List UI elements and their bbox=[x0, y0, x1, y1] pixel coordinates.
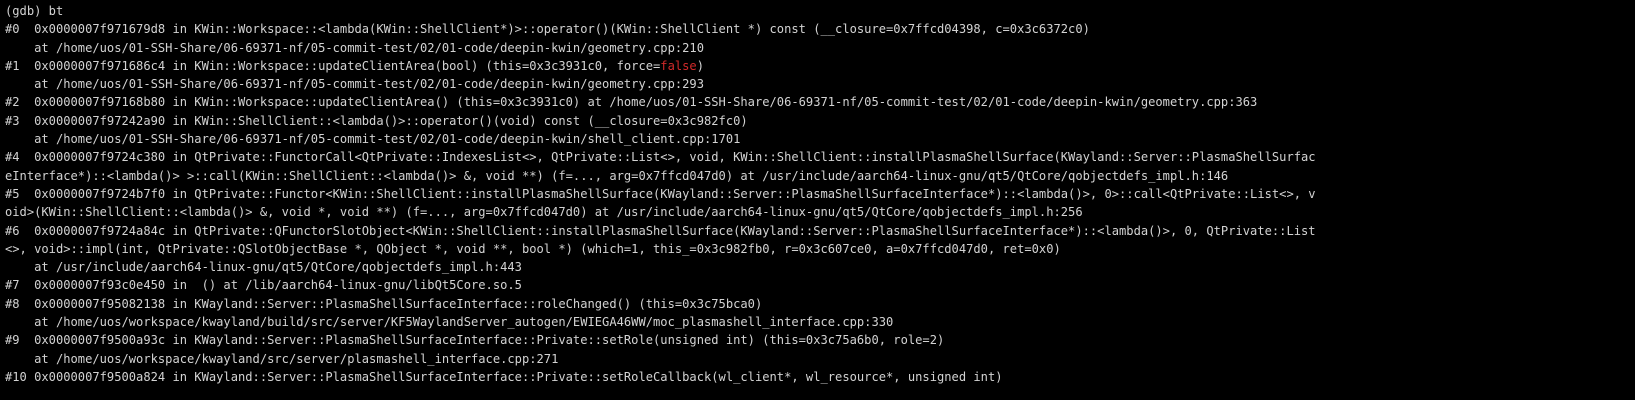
false-keyword: false bbox=[660, 58, 697, 73]
backtrace-line: at /home/uos/01-SSH-Share/06-69371-nf/05… bbox=[5, 39, 1635, 57]
backtrace-line: at /home/uos/workspace/kwayland/build/sr… bbox=[5, 313, 1635, 331]
backtrace-line: at /home/uos/01-SSH-Share/06-69371-nf/05… bbox=[5, 75, 1635, 93]
terminal-output[interactable]: (gdb) bt#0 0x0000007f971679d8 in KWin::W… bbox=[0, 0, 1635, 400]
backtrace-line: #0 0x0000007f971679d8 in KWin::Workspace… bbox=[5, 20, 1635, 38]
backtrace-line: #10 0x0000007f9500a824 in KWayland::Serv… bbox=[5, 368, 1635, 386]
backtrace-line: at /home/uos/01-SSH-Share/06-69371-nf/05… bbox=[5, 130, 1635, 148]
backtrace-line: #6 0x0000007f9724a84c in QtPrivate::QFun… bbox=[5, 222, 1635, 240]
backtrace-line: #8 0x0000007f95082138 in KWayland::Serve… bbox=[5, 295, 1635, 313]
line-text: (gdb) bt bbox=[5, 4, 64, 18]
line-text: at /home/uos/01-SSH-Share/06-69371-nf/05… bbox=[5, 132, 741, 147]
line-text: #1 0x0000007f971686c4 in KWin::Workspace… bbox=[5, 58, 661, 73]
line-text: at /home/uos/workspace/kwayland/src/serv… bbox=[5, 351, 559, 366]
line-text: #3 0x0000007f97242a90 in KWin::ShellClie… bbox=[5, 113, 748, 128]
backtrace-line: oid>(KWin::ShellClient::<lambda()> &, vo… bbox=[5, 203, 1635, 221]
backtrace-line: at /usr/include/aarch64-linux-gnu/qt5/Qt… bbox=[5, 258, 1635, 276]
line-text: #5 0x0000007f9724b7f0 in QtPrivate::Func… bbox=[5, 186, 1316, 201]
line-text: oid>(KWin::ShellClient::<lambda()> &, vo… bbox=[5, 205, 1083, 220]
backtrace-line: <>, void>::impl(int, QtPrivate::QSlotObj… bbox=[5, 240, 1635, 258]
backtrace-line: #5 0x0000007f9724b7f0 in QtPrivate::Func… bbox=[5, 185, 1635, 203]
line-text: #6 0x0000007f9724a84c in QtPrivate::QFun… bbox=[5, 223, 1316, 238]
line-text: ) bbox=[696, 58, 704, 73]
backtrace-line: eInterface*)::<lambda()> >::call(KWin::S… bbox=[5, 167, 1635, 185]
backtrace-line: #4 0x0000007f9724c380 in QtPrivate::Func… bbox=[5, 148, 1635, 166]
backtrace-line: #2 0x0000007f97168b80 in KWin::Workspace… bbox=[5, 93, 1635, 111]
line-text: at /home/uos/01-SSH-Share/06-69371-nf/05… bbox=[5, 77, 704, 92]
line-text: #4 0x0000007f9724c380 in QtPrivate::Func… bbox=[5, 150, 1316, 165]
gdb-prompt-line: (gdb) bt bbox=[5, 2, 1635, 20]
line-text: #9 0x0000007f9500a93c in KWayland::Serve… bbox=[5, 333, 945, 348]
backtrace-line: #7 0x0000007f93c0e450 in () at /lib/aarc… bbox=[5, 276, 1635, 294]
backtrace-line: at /home/uos/workspace/kwayland/src/serv… bbox=[5, 350, 1635, 368]
line-text: #7 0x0000007f93c0e450 in () at /lib/aarc… bbox=[5, 278, 522, 293]
line-text: at /home/uos/01-SSH-Share/06-69371-nf/05… bbox=[5, 40, 704, 55]
line-text: #2 0x0000007f97168b80 in KWin::Workspace… bbox=[5, 95, 1258, 110]
line-text: at /usr/include/aarch64-linux-gnu/qt5/Qt… bbox=[5, 260, 522, 275]
line-text: #10 0x0000007f9500a824 in KWayland::Serv… bbox=[5, 369, 1003, 384]
line-text: #0 0x0000007f971679d8 in KWin::Workspace… bbox=[5, 22, 1090, 37]
line-text: <>, void>::impl(int, QtPrivate::QSlotObj… bbox=[5, 241, 1061, 256]
line-text: eInterface*)::<lambda()> >::call(KWin::S… bbox=[5, 168, 1229, 183]
line-text: #8 0x0000007f95082138 in KWayland::Serve… bbox=[5, 296, 763, 311]
line-text: at /home/uos/workspace/kwayland/build/sr… bbox=[5, 315, 894, 330]
backtrace-line: #3 0x0000007f97242a90 in KWin::ShellClie… bbox=[5, 112, 1635, 130]
backtrace-line: #1 0x0000007f971686c4 in KWin::Workspace… bbox=[5, 57, 1635, 75]
backtrace-line: #9 0x0000007f9500a93c in KWayland::Serve… bbox=[5, 331, 1635, 349]
